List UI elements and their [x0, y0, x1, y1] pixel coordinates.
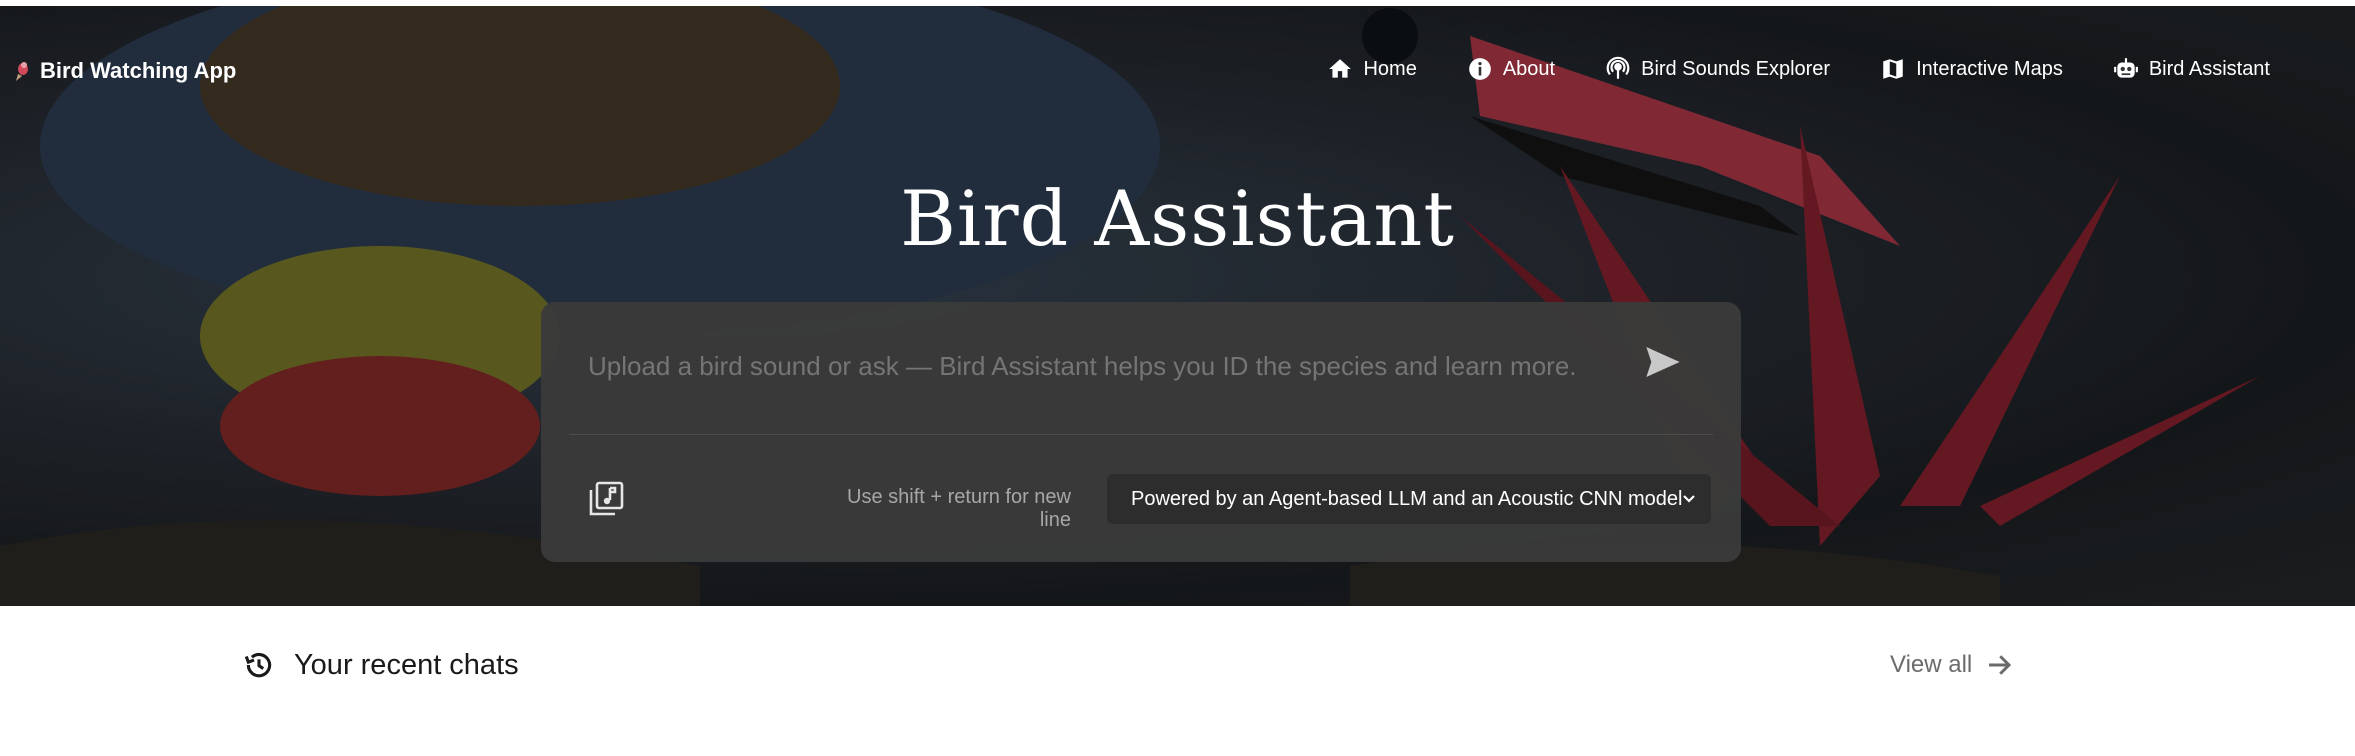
map-icon — [1883, 59, 1903, 79]
send-icon[interactable] — [1643, 342, 1683, 382]
nav-home[interactable]: Home — [1327, 56, 1417, 82]
audio-upload-icon[interactable] — [586, 479, 626, 519]
bird-logo-icon — [16, 62, 28, 81]
hero-banner: Bird Watching App Home About Bird Sounds… — [0, 6, 2355, 606]
nav-bird-sounds-explorer[interactable]: Bird Sounds Explorer — [1605, 56, 1830, 82]
nav-bird-assistant-label: Bird Assistant — [2148, 57, 2270, 80]
nav-interactive-maps[interactable]: Interactive Maps — [1880, 56, 2063, 82]
nav-interactive-maps-label: Interactive Maps — [1916, 57, 2063, 80]
model-select-value: Powered by an Agent-based LLM and an Aco… — [1131, 487, 1683, 510]
podcast-icon — [1606, 56, 1630, 79]
view-all-link[interactable]: View all — [1890, 650, 2014, 680]
chat-input[interactable] — [586, 350, 1590, 383]
chat-composer: Use shift + return for new line Powered … — [541, 302, 1741, 562]
model-select[interactable]: Powered by an Agent-based LLM and an Aco… — [1107, 474, 1711, 524]
home-icon — [1329, 59, 1352, 78]
history-icon — [244, 652, 272, 678]
info-icon — [1469, 58, 1491, 80]
robot-icon — [2113, 58, 2138, 78]
nav-home-label: Home — [1363, 57, 1417, 80]
main-nav: Home About Bird Sounds Explorer Interact… — [1277, 56, 2270, 82]
recent-chats-title: Your recent chats — [294, 648, 519, 681]
view-all-label: View all — [1890, 651, 1973, 678]
newline-hint: Use shift + return for new line — [847, 486, 1071, 531]
brand-name: Bird Watching App — [40, 58, 237, 83]
arrow-right-icon — [1989, 655, 2012, 675]
page-title: Bird Assistant — [900, 174, 1455, 263]
nav-bird-assistant[interactable]: Bird Assistant — [2113, 56, 2270, 82]
nav-bird-sounds-label: Bird Sounds Explorer — [1641, 57, 1831, 80]
brand[interactable]: Bird Watching App — [14, 58, 236, 84]
nav-about-label: About — [1502, 57, 1556, 80]
nav-about[interactable]: About — [1467, 56, 1555, 82]
recent-chats-header: Your recent chats — [242, 648, 519, 682]
chevron-down-icon — [1683, 495, 1695, 503]
composer-divider — [569, 434, 1713, 435]
